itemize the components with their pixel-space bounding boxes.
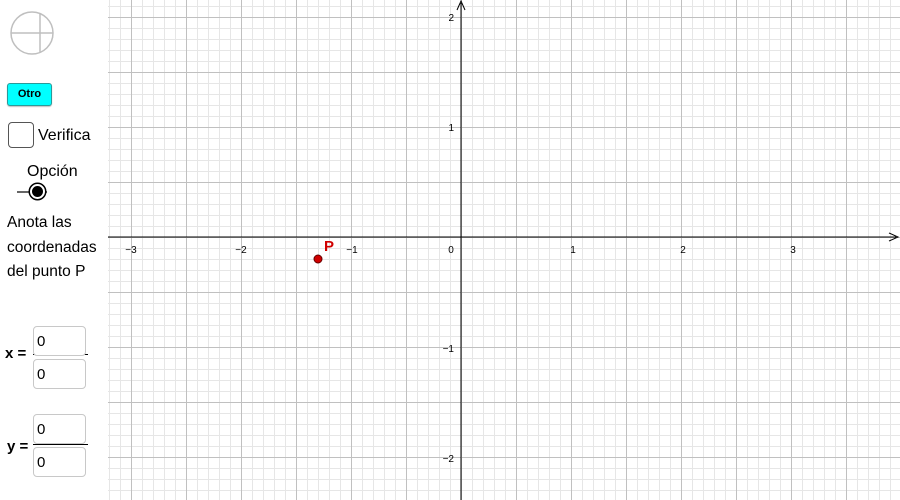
y-equals-label: y = <box>7 438 29 455</box>
x-numerator-input[interactable] <box>33 326 86 356</box>
x-tick-label: 3 <box>790 245 796 256</box>
y-denominator-input[interactable] <box>33 447 86 477</box>
x-tick-label: 1 <box>570 245 576 256</box>
coordinate-graph[interactable]: −3 −2 −1 0 1 2 3 2 1 −1 −2 P <box>0 0 900 500</box>
y-tick-label: 1 <box>448 123 454 134</box>
y-axis <box>456 0 466 500</box>
x-axis <box>108 232 900 242</box>
y-fraction-bar <box>33 444 88 445</box>
x-equals-label: x = <box>5 345 27 362</box>
point-p-label: P <box>324 238 334 255</box>
instruction-text: Anota las coordenadas del punto P <box>7 211 107 285</box>
left-control-panel: Otro Verifica Opción Anota las coordenad… <box>0 0 108 500</box>
y-tick-labels: 2 1 −1 −2 <box>443 13 455 465</box>
x-tick-label: −3 <box>125 245 137 256</box>
opcion-slider[interactable] <box>17 183 51 201</box>
y-tick-label: −1 <box>443 344 455 355</box>
x-tick-label: −2 <box>235 245 247 256</box>
x-tick-label: 2 <box>680 245 686 256</box>
instruction-line: del punto P <box>7 263 86 280</box>
x-tick-label: −1 <box>346 245 358 256</box>
instruction-line: coordenadas <box>7 238 97 256</box>
slider-knob[interactable] <box>30 184 45 199</box>
x-denominator-input[interactable] <box>33 359 86 389</box>
x-tick-label: 0 <box>448 245 454 256</box>
instruction-line: Anota las <box>7 214 72 231</box>
point-p[interactable] <box>313 254 323 264</box>
y-tick-label: 2 <box>448 13 454 24</box>
verifica-checkbox[interactable] <box>8 122 34 148</box>
reset-circle-icon[interactable] <box>10 11 54 55</box>
y-tick-label: −2 <box>443 454 455 465</box>
y-numerator-input[interactable] <box>33 414 86 444</box>
verifica-label: Verifica <box>38 127 91 144</box>
otro-button[interactable]: Otro <box>7 83 52 106</box>
opcion-label: Opción <box>27 163 78 180</box>
grid-minor-lines <box>108 0 900 500</box>
